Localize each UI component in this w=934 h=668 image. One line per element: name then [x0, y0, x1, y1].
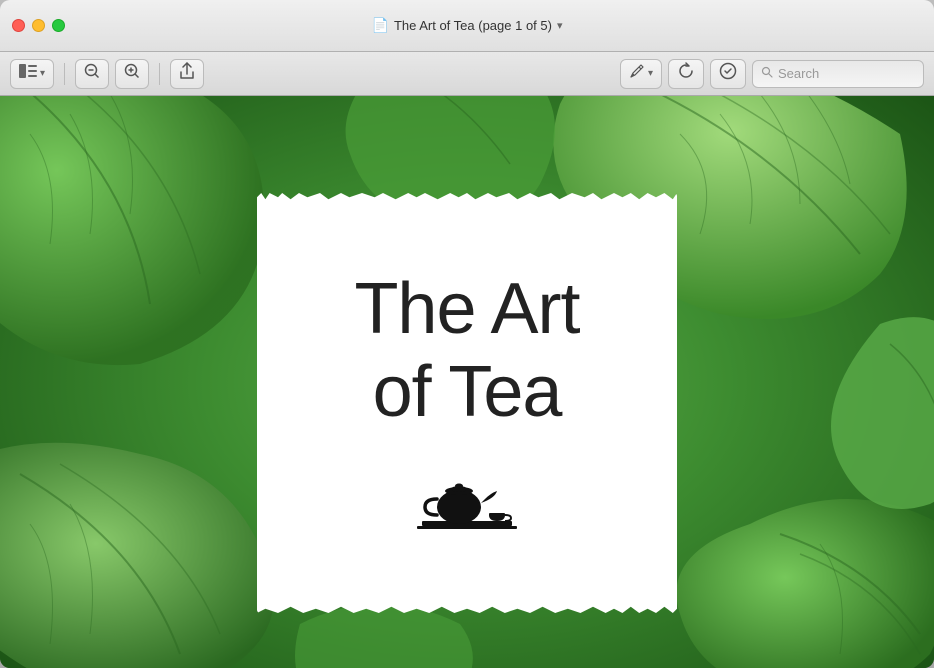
zoom-in-icon — [124, 63, 140, 84]
tea-pot-icon — [417, 463, 517, 538]
rotate-button[interactable] — [668, 59, 704, 89]
share-icon — [179, 62, 195, 85]
annotate-button[interactable]: ▾ — [620, 59, 662, 89]
sidebar-icon — [19, 64, 37, 83]
title-chevron-icon[interactable]: ▾ — [557, 19, 563, 32]
zoom-out-icon — [84, 63, 100, 84]
window-title: 📄 The Art of Tea (page 1 of 5) ▾ — [372, 17, 563, 34]
share-button[interactable] — [170, 59, 204, 89]
sidebar-chevron-icon: ▾ — [40, 68, 45, 79]
app-window: 📄 The Art of Tea (page 1 of 5) ▾ ▾ — [0, 0, 934, 668]
markup-icon — [719, 62, 737, 85]
document-icon: 📄 — [372, 17, 389, 34]
maximize-button[interactable] — [52, 19, 65, 32]
search-input[interactable] — [778, 66, 915, 81]
search-box[interactable] — [752, 60, 924, 88]
title-text: The Art of Tea (page 1 of 5) — [394, 18, 552, 33]
book-title: The Art of Tea — [354, 268, 579, 434]
zoom-in-button[interactable] — [115, 59, 149, 89]
separator-2 — [159, 63, 160, 85]
zoom-out-button[interactable] — [75, 59, 109, 89]
search-icon — [761, 66, 773, 81]
minimize-button[interactable] — [32, 19, 45, 32]
document-page: The Art of Tea — [257, 193, 677, 613]
pen-icon — [629, 63, 645, 84]
sidebar-toggle-button[interactable]: ▾ — [10, 59, 54, 89]
markup-button[interactable] — [710, 59, 746, 89]
title-line1: The Art — [354, 269, 579, 349]
separator-1 — [64, 63, 65, 85]
rotate-icon — [677, 62, 695, 85]
title-line2: of Tea — [373, 352, 562, 432]
toolbar: ▾ — [0, 52, 934, 96]
traffic-lights — [12, 19, 65, 32]
toolbar-right: ▾ — [620, 59, 924, 89]
close-button[interactable] — [12, 19, 25, 32]
main-content: The Art of Tea — [0, 96, 934, 668]
titlebar: 📄 The Art of Tea (page 1 of 5) ▾ — [0, 0, 934, 52]
annotate-chevron-icon: ▾ — [648, 68, 653, 79]
